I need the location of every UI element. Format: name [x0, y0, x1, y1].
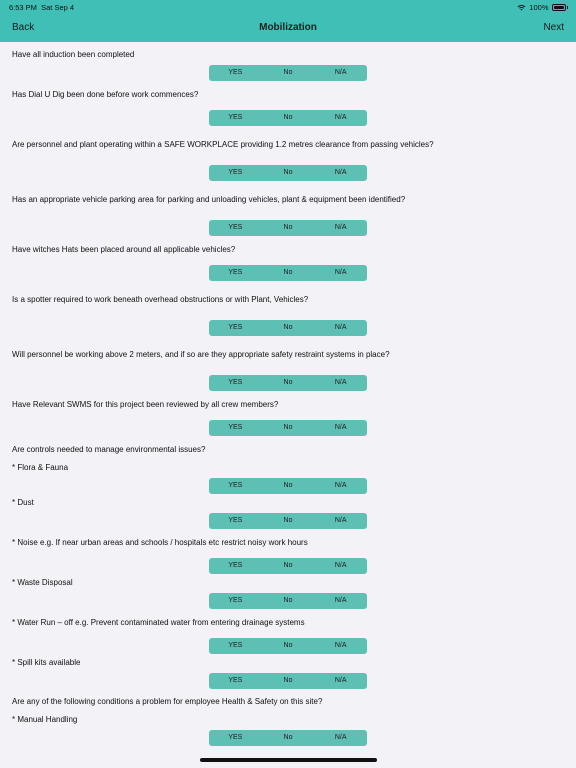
env-item-2-yes[interactable]: YES — [209, 513, 262, 529]
question-5-yes[interactable]: YES — [209, 265, 262, 281]
next-button[interactable]: Next — [543, 22, 564, 33]
env-item-2-no[interactable]: No — [262, 513, 315, 529]
health-heading: Are any of the following conditions a pr… — [12, 697, 323, 706]
question-6-yes[interactable]: YES — [209, 320, 262, 336]
question-2-yes[interactable]: YES — [209, 110, 262, 126]
question-4-segmented-control: YES No N/A — [209, 220, 367, 236]
status-right: 100% — [517, 3, 568, 12]
question-2-segmented-control: YES No N/A — [209, 110, 367, 126]
env-item-6-label: * Spill kits available — [12, 658, 81, 667]
env-item-2-na[interactable]: N/A — [314, 513, 367, 529]
health-item-1-yes[interactable]: YES — [209, 730, 262, 746]
env-item-5-no[interactable]: No — [262, 638, 315, 654]
status-time: 6:53 PM Sat Sep 4 — [9, 3, 74, 12]
question-3-label: Are personnel and plant operating within… — [12, 140, 434, 149]
question-3-segmented-control: YES No N/A — [209, 165, 367, 181]
question-8-no[interactable]: No — [262, 420, 315, 436]
battery-icon — [551, 4, 566, 11]
question-1-no[interactable]: No — [262, 65, 315, 81]
question-8-yes[interactable]: YES — [209, 420, 262, 436]
question-5-na[interactable]: N/A — [314, 265, 367, 281]
env-item-4-no[interactable]: No — [262, 593, 315, 609]
page-title: Mobilization — [259, 22, 317, 33]
question-2-label: Has Dial U Dig been done before work com… — [12, 90, 199, 99]
env-item-4-na[interactable]: N/A — [314, 593, 367, 609]
env-item-6-no[interactable]: No — [262, 673, 315, 689]
env-item-1-segmented-control: YES No N/A — [209, 478, 367, 494]
env-item-5-label: * Water Run – off e.g. Prevent contamina… — [12, 618, 305, 627]
env-item-4-label: * Waste Disposal — [12, 578, 73, 587]
question-7-yes[interactable]: YES — [209, 375, 262, 391]
health-item-1-segmented-control: YES No N/A — [209, 730, 367, 746]
question-2-no[interactable]: No — [262, 110, 315, 126]
status-time-text: 6:53 PM — [9, 3, 37, 12]
battery-percent: 100% — [529, 3, 549, 12]
env-item-3-no[interactable]: No — [262, 558, 315, 574]
question-5-no[interactable]: No — [262, 265, 315, 281]
env-item-5-yes[interactable]: YES — [209, 638, 262, 654]
env-item-2-segmented-control: YES No N/A — [209, 513, 367, 529]
question-3-na[interactable]: N/A — [314, 165, 367, 181]
question-7-no[interactable]: No — [262, 375, 315, 391]
question-7-na[interactable]: N/A — [314, 375, 367, 391]
question-8-segmented-control: YES No N/A — [209, 420, 367, 436]
question-6-na[interactable]: N/A — [314, 320, 367, 336]
question-6-segmented-control: YES No N/A — [209, 320, 367, 336]
env-item-5-segmented-control: YES No N/A — [209, 638, 367, 654]
env-item-3-segmented-control: YES No N/A — [209, 558, 367, 574]
env-item-3-yes[interactable]: YES — [209, 558, 262, 574]
env-item-1-yes[interactable]: YES — [209, 478, 262, 494]
question-1-na[interactable]: N/A — [314, 65, 367, 81]
question-4-na[interactable]: N/A — [314, 220, 367, 236]
env-item-1-no[interactable]: No — [262, 478, 315, 494]
env-item-6-segmented-control: YES No N/A — [209, 673, 367, 689]
env-item-2-label: * Dust — [12, 498, 34, 507]
question-1-yes[interactable]: YES — [209, 65, 262, 81]
battery-tip — [566, 6, 568, 9]
env-item-1-label: * Flora & Fauna — [12, 463, 69, 472]
question-7-label: Will personnel be working above 2 meters… — [12, 350, 390, 359]
health-item-1-na[interactable]: N/A — [314, 730, 367, 746]
env-item-4-segmented-control: YES No N/A — [209, 593, 367, 609]
question-1-label: Have all induction been completed — [12, 50, 135, 59]
health-item-1-no[interactable]: No — [262, 730, 315, 746]
status-date-text: Sat Sep 4 — [41, 3, 75, 12]
question-6-no[interactable]: No — [262, 320, 315, 336]
health-item-1-label: * Manual Handling — [12, 715, 78, 724]
question-5-label: Have witches Hats been placed around all… — [12, 245, 236, 254]
env-item-3-label: * Noise e.g. If near urban areas and sch… — [12, 538, 308, 547]
wifi-icon — [517, 4, 526, 11]
question-3-yes[interactable]: YES — [209, 165, 262, 181]
env-item-1-na[interactable]: N/A — [314, 478, 367, 494]
question-8-na[interactable]: N/A — [314, 420, 367, 436]
question-5-segmented-control: YES No N/A — [209, 265, 367, 281]
question-6-label: Is a spotter required to work beneath ov… — [12, 295, 309, 304]
nav-bar: 6:53 PM Sat Sep 4 100% Back Mobilization… — [0, 0, 576, 42]
question-4-label: Has an appropriate vehicle parking area … — [12, 195, 406, 204]
env-item-4-yes[interactable]: YES — [209, 593, 262, 609]
env-item-6-yes[interactable]: YES — [209, 673, 262, 689]
question-4-yes[interactable]: YES — [209, 220, 262, 236]
env-item-5-na[interactable]: N/A — [314, 638, 367, 654]
question-1-segmented-control: YES No N/A — [209, 65, 367, 81]
question-4-no[interactable]: No — [262, 220, 315, 236]
environmental-heading: Are controls needed to manage environmen… — [12, 445, 206, 454]
question-2-na[interactable]: N/A — [314, 110, 367, 126]
question-8-label: Have Relevant SWMS for this project been… — [12, 400, 279, 409]
question-3-no[interactable]: No — [262, 165, 315, 181]
question-7-segmented-control: YES No N/A — [209, 375, 367, 391]
env-item-3-na[interactable]: N/A — [314, 558, 367, 574]
env-item-6-na[interactable]: N/A — [314, 673, 367, 689]
home-indicator[interactable] — [200, 758, 377, 762]
